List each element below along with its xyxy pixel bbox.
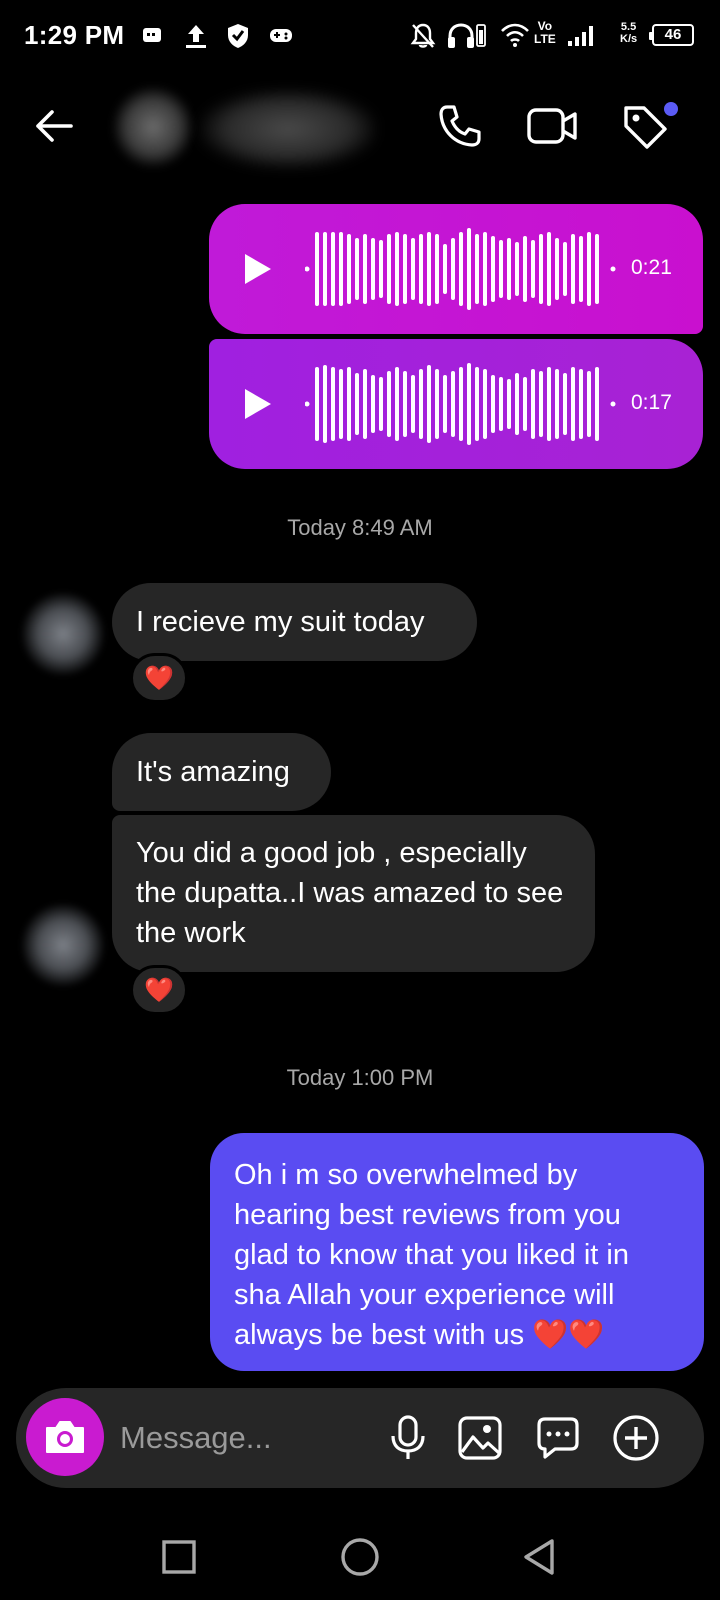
incoming-message[interactable]: You did a good job , especially the dupa… [112, 815, 595, 972]
chat-bubble-icon [537, 1417, 579, 1459]
signal-icon [568, 26, 593, 46]
notification-dot [664, 102, 678, 116]
back-nav-button[interactable] [514, 1532, 564, 1582]
sender-avatar[interactable] [20, 591, 106, 677]
message-text: Oh i m so overwhelmed by hearing best re… [234, 1159, 629, 1351]
shield-icon [228, 24, 248, 48]
battery-indicator: 46 [649, 24, 694, 46]
net-speed-unit: K/s [620, 33, 638, 45]
incoming-message[interactable]: I recieve my suit today [112, 583, 477, 661]
recents-button[interactable] [154, 1532, 204, 1582]
voice-record-button[interactable] [382, 1412, 434, 1464]
contact-avatar[interactable] [112, 86, 194, 168]
net-speed: 5.5 K/s [620, 21, 637, 45]
camera-button[interactable] [26, 1398, 104, 1476]
status-time: 1:29 PM [24, 20, 125, 50]
timestamp: Today 1:00 PM [286, 1065, 434, 1090]
audio-call-button[interactable] [432, 98, 488, 154]
contact-name[interactable] [200, 90, 376, 168]
mute-bell-icon [410, 23, 436, 48]
reaction-badge[interactable]: ❤️ [130, 965, 188, 1015]
play-icon[interactable] [245, 254, 271, 284]
triangle-back-icon [524, 1539, 554, 1575]
voice-duration: 0:21 [631, 256, 672, 279]
waveform [305, 363, 616, 445]
reaction-badge[interactable]: ❤️ [130, 653, 188, 703]
message-text: It's amazing [136, 756, 290, 788]
message-notification-icon [143, 28, 161, 42]
status-bar: 1:29 PM Vo LTE 5.5 K/s 46 [0, 0, 720, 72]
microphone-icon [391, 1415, 425, 1459]
plus-circle-icon [613, 1415, 659, 1461]
message-text: You did a good job , especially the dupa… [136, 837, 564, 949]
home-button[interactable] [334, 1532, 386, 1582]
sender-avatar[interactable] [20, 902, 106, 988]
play-icon[interactable] [245, 389, 271, 419]
more-button[interactable] [610, 1412, 662, 1464]
chat-header [0, 72, 720, 182]
message-input[interactable] [120, 1414, 380, 1462]
battery-small-icon [476, 24, 486, 47]
arrow-left-icon [36, 110, 73, 142]
message-composer [16, 1388, 704, 1488]
back-button[interactable] [26, 98, 82, 154]
sticker-button[interactable] [532, 1412, 584, 1464]
heart-reaction-icon: ❤️ [144, 976, 174, 1004]
tag-icon [624, 106, 667, 149]
waveform [305, 228, 616, 310]
volte-indicator: Vo LTE [534, 20, 556, 46]
system-nav-bar [0, 1512, 720, 1600]
net-speed-value: 5.5 [620, 21, 637, 33]
camera-icon [46, 1421, 84, 1453]
voice-message[interactable]: 0:21 [209, 204, 703, 334]
video-call-button[interactable] [522, 98, 582, 154]
voice-message[interactable]: 0:17 [209, 339, 703, 469]
incoming-message[interactable]: It's amazing [112, 733, 331, 811]
headphones-icon [448, 23, 474, 48]
outgoing-message[interactable]: Oh i m so overwhelmed by hearing best re… [210, 1133, 704, 1371]
voice-duration: 0:17 [631, 391, 672, 414]
video-camera-icon [527, 108, 577, 144]
timestamp: Today 8:49 AM [287, 515, 433, 540]
wifi-icon [501, 23, 529, 47]
heart-reaction-icon: ❤️ [144, 664, 174, 692]
message-text: I recieve my suit today [136, 606, 425, 638]
gallery-button[interactable] [454, 1412, 506, 1464]
gamepad-icon [270, 29, 292, 42]
circle-icon [341, 1538, 379, 1576]
square-icon [162, 1540, 196, 1574]
image-icon [458, 1416, 502, 1460]
phone-icon [439, 105, 481, 147]
lte-label: LTE [534, 32, 556, 46]
upload-icon [186, 25, 206, 48]
